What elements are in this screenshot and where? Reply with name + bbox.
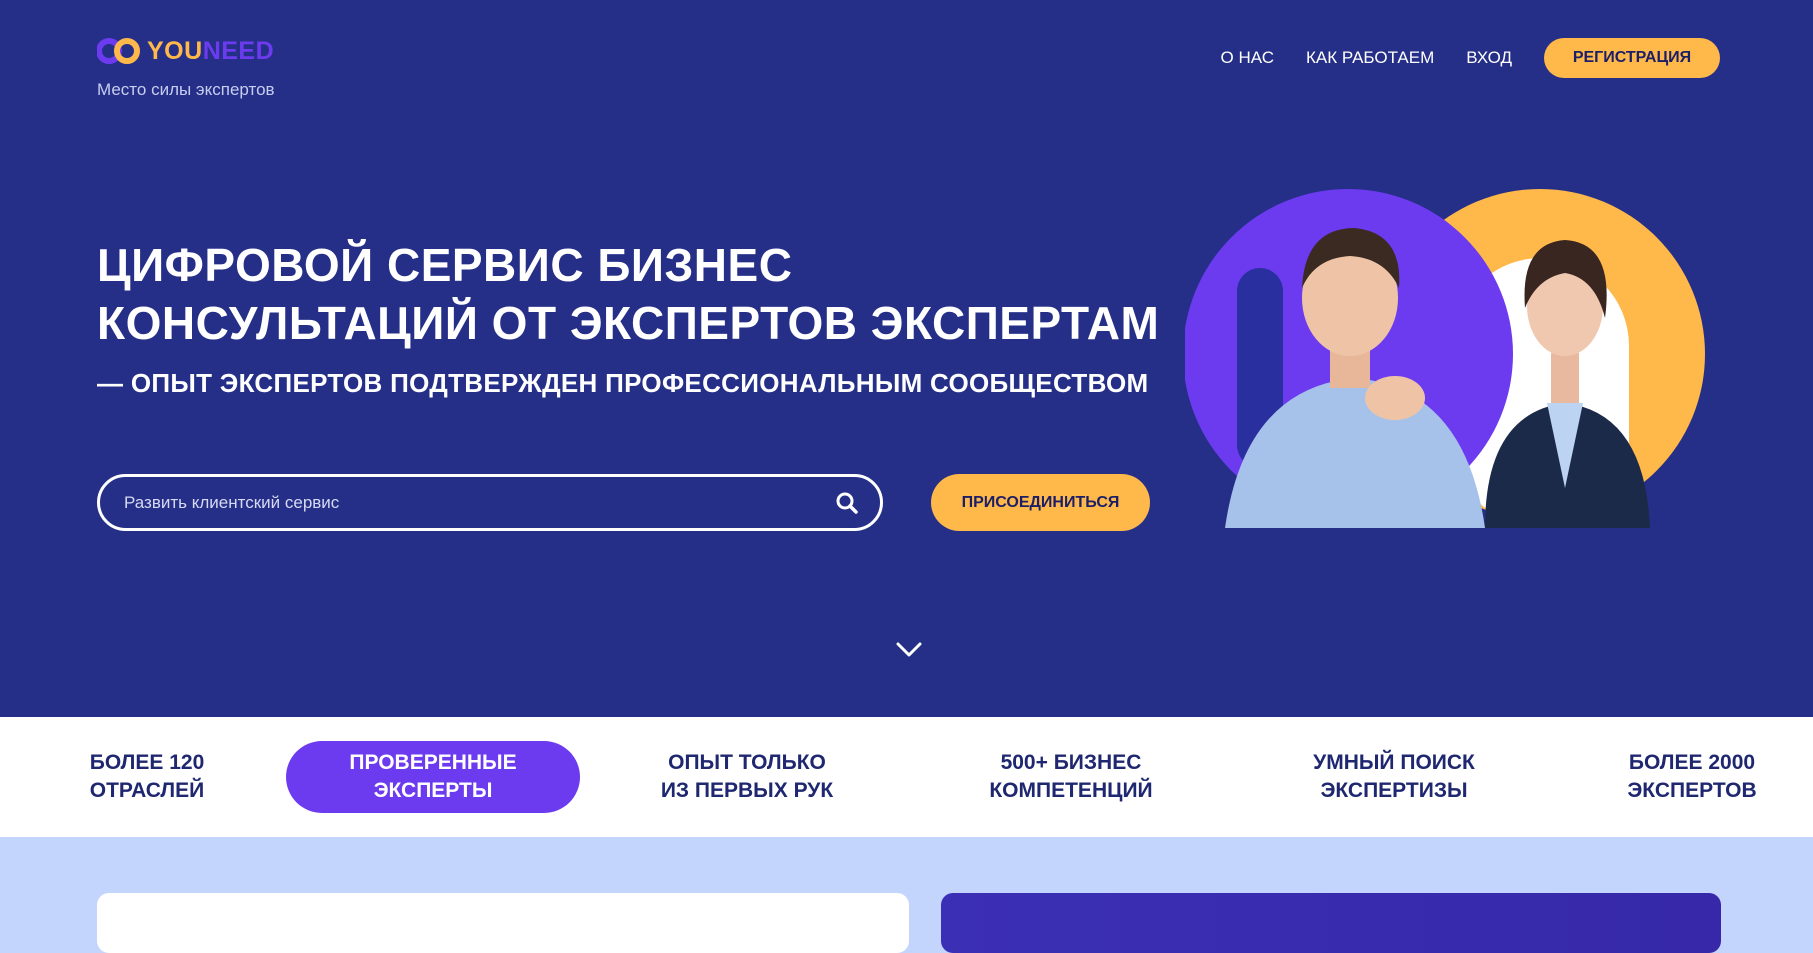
feature-line: БОЛЕЕ 120 bbox=[89, 751, 205, 774]
headline-line-1: ЦИФРОВОЙ СЕРВИС БИЗНЕС bbox=[97, 239, 793, 291]
feature-experts-count[interactable]: БОЛЕЕ 2000 ЭКСПЕРТОВ bbox=[1571, 741, 1813, 813]
logo-wordmark: YOUNEED bbox=[147, 36, 275, 65]
headline-line-2: КОНСУЛЬТАЦИЙ ОТ ЭКСПЕРТОВ ЭКСПЕРТАМ bbox=[97, 297, 1160, 349]
chevron-down-icon[interactable] bbox=[895, 638, 923, 660]
feature-line: ИЗ ПЕРВЫХ РУК bbox=[660, 779, 834, 802]
search-icon[interactable] bbox=[834, 490, 860, 516]
man-hand bbox=[1365, 376, 1425, 420]
search-input[interactable] bbox=[124, 492, 834, 513]
feature-line: ЭКСПЕРТОВ bbox=[1627, 779, 1757, 802]
nav-about[interactable]: О НАС bbox=[1221, 48, 1274, 68]
nav-login[interactable]: ВХОД bbox=[1466, 48, 1512, 68]
content-card-right bbox=[941, 893, 1721, 953]
join-button[interactable]: ПРИСОЕДИНИТЬСЯ bbox=[931, 474, 1150, 531]
feature-competencies[interactable]: 500+ БИЗНЕС КОМПЕТЕНЦИЙ bbox=[924, 741, 1218, 813]
main-nav: О НАС КАК РАБОТАЕМ ВХОД РЕГИСТРАЦИЯ bbox=[1221, 38, 1720, 78]
content-card-left bbox=[97, 893, 909, 953]
feature-smart-search[interactable]: УМНЫЙ ПОИСК ЭКСПЕРТИЗЫ bbox=[1247, 741, 1541, 813]
feature-first-hand[interactable]: ОПЫТ ТОЛЬКО ИЗ ПЕРВЫХ РУК bbox=[600, 741, 894, 813]
features-bar: БОЛЕЕ 120 ОТРАСЛЕЙ ПРОВЕРЕННЫЕ ЭКСПЕРТЫ … bbox=[0, 717, 1813, 837]
feature-line: БОЛЕЕ 2000 bbox=[1628, 751, 1756, 774]
feature-line: ОТРАСЛЕЙ bbox=[89, 779, 205, 802]
register-button[interactable]: РЕГИСТРАЦИЯ bbox=[1544, 38, 1720, 78]
hero-section: YOUNEED Место силы экспертов О НАС КАК Р… bbox=[0, 0, 1813, 717]
hero-headline: ЦИФРОВОЙ СЕРВИС БИЗНЕС КОНСУЛЬТАЦИЙ ОТ Э… bbox=[97, 236, 1159, 352]
nav-how-we-work[interactable]: КАК РАБОТАЕМ bbox=[1306, 48, 1434, 68]
search-bar bbox=[97, 474, 883, 531]
feature-line: УМНЫЙ ПОИСК bbox=[1313, 751, 1475, 774]
woman-neck bbox=[1551, 353, 1579, 403]
logo-icon bbox=[97, 38, 140, 64]
feature-line: ЭКСПЕРТИЗЫ bbox=[1320, 779, 1468, 802]
hero-subheadline: — ОПЫТ ЭКСПЕРТОВ ПОДТВЕРЖДЕН ПРОФЕССИОНА… bbox=[97, 368, 1149, 398]
feature-line: ПРОВЕРЕННЫЕ bbox=[349, 751, 517, 774]
tagline: Место силы экспертов bbox=[97, 80, 275, 99]
feature-line: КОМПЕТЕНЦИЙ bbox=[989, 779, 1153, 802]
experts-illustration bbox=[1185, 189, 1705, 528]
feature-verified-experts[interactable]: ПРОВЕРЕННЫЕ ЭКСПЕРТЫ bbox=[286, 741, 580, 813]
feature-industries[interactable]: БОЛЕЕ 120 ОТРАСЛЕЙ bbox=[0, 741, 294, 813]
logo[interactable]: YOUNEED bbox=[97, 36, 274, 66]
feature-line: 500+ БИЗНЕС bbox=[1000, 751, 1142, 774]
feature-line: ОПЫТ ТОЛЬКО bbox=[668, 751, 826, 774]
feature-line: ЭКСПЕРТЫ bbox=[373, 779, 493, 802]
